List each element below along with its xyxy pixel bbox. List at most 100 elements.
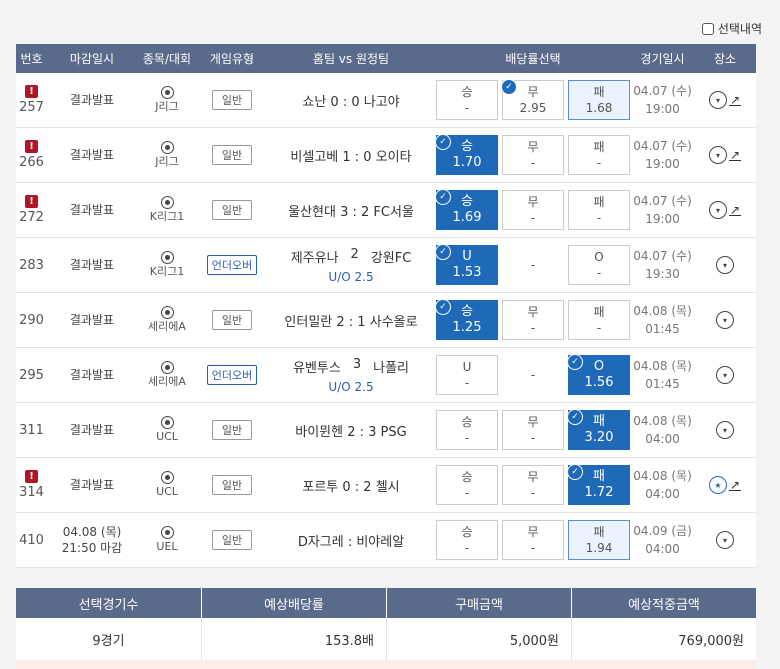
- selection-checkbox[interactable]: [701, 22, 714, 35]
- game-type-cell: 일반: [197, 293, 267, 347]
- trend-chart-icon[interactable]: ↗: [728, 204, 742, 216]
- odds-value: 1.94: [585, 541, 613, 555]
- match-number: 410: [19, 532, 44, 548]
- odds-label: 승: [461, 85, 473, 99]
- odds-button[interactable]: ✓ 승 1.70: [435, 134, 498, 175]
- odds-button[interactable]: O-: [568, 245, 630, 285]
- summary-count: 9경기: [16, 618, 202, 660]
- match-time: 04:00: [645, 432, 680, 446]
- teams-cell[interactable]: 인터밀란 2 : 1 사수올로: [267, 293, 435, 347]
- table-body: ! 257 결과발표 J리그 일반 쇼난 0 : 0 나고야 승 - ✓ 무 2.95 패 1.68 04…: [16, 73, 756, 568]
- teams-cell[interactable]: 쇼난 0 : 0 나고야: [267, 73, 435, 127]
- teams-cell[interactable]: 비셀고베 1 : 0 오이타: [267, 128, 435, 182]
- odds-button[interactable]: ✓ O 1.56: [567, 354, 630, 395]
- matchup-score: 비셀고베 1 : 0 오이타: [290, 149, 412, 165]
- venue-icons: ▾: [716, 421, 734, 439]
- close-time-text: 04.08 (목): [62, 525, 122, 539]
- odds-button[interactable]: ✓ 승 1.69: [435, 189, 498, 230]
- location-pin-icon[interactable]: ▾: [708, 146, 727, 164]
- odds-button[interactable]: U-: [436, 355, 498, 395]
- match-date: 04.08 (목): [633, 414, 692, 428]
- selection-toggle[interactable]: 선택내역: [701, 20, 762, 37]
- teams-cell[interactable]: 울산현대 3 : 2 FC서울: [267, 183, 435, 237]
- teams-cell[interactable]: 제주유나 2 강원FC U/O 2.5: [267, 238, 435, 292]
- teams-cell[interactable]: 유벤투스 3 나폴리 U/O 2.5: [267, 348, 435, 402]
- odds-button[interactable]: 승-: [436, 80, 498, 120]
- league-name: K리그1: [149, 265, 185, 278]
- location-pin-icon[interactable]: ▾: [716, 311, 734, 329]
- odds-button[interactable]: ✓ 무 2.95: [501, 79, 564, 120]
- odds-button[interactable]: 무-: [502, 135, 564, 175]
- location-pin-icon[interactable]: ▾: [716, 256, 734, 274]
- header-odds: 배당률선택: [505, 52, 561, 66]
- league-name: 세리에A: [148, 320, 186, 333]
- odds-button[interactable]: 무-: [502, 465, 564, 505]
- game-type-cell: 일반: [197, 73, 267, 127]
- odds-button[interactable]: ✓ 패 3.20: [567, 409, 630, 450]
- odds-button[interactable]: 패 1.68: [568, 80, 630, 120]
- summary-header-count: 선택경기수: [16, 588, 202, 618]
- odds-button[interactable]: ✓ 패 1.72: [567, 464, 630, 505]
- trend-chart-icon[interactable]: ↗: [728, 149, 742, 161]
- venue-cell: ▾: [694, 348, 756, 402]
- odds-button[interactable]: 패-: [568, 300, 630, 340]
- table-row: 283 결과발표 K리그1 언더오버 제주유나 2 강원FC U/O 2.5 ✓ U 1.53- O -…: [16, 238, 756, 293]
- game-type-cell: 언더오버: [197, 238, 267, 292]
- odds-button[interactable]: 패 1.94: [568, 520, 630, 560]
- odds-value: 1.25: [452, 320, 482, 335]
- odds-button[interactable]: 패-: [568, 190, 630, 230]
- teams-cell[interactable]: 바이뮌헨 2 : 3 PSG: [267, 403, 435, 457]
- odds-button[interactable]: 무-: [502, 190, 564, 230]
- odds-button[interactable]: 무-: [502, 520, 564, 560]
- odds-button[interactable]: 승-: [436, 465, 498, 505]
- odds-button[interactable]: 승-: [436, 410, 498, 450]
- location-pin-icon[interactable]: ▾: [708, 91, 727, 109]
- location-pin-icon[interactable]: ▾: [716, 531, 734, 549]
- summary-payout: 769,000원: [678, 633, 744, 649]
- match-number: 314: [19, 485, 44, 500]
- odds-button[interactable]: 무-: [502, 410, 564, 450]
- summary-header-odds: 예상배당률: [202, 588, 387, 618]
- odds-label: 패: [593, 414, 605, 429]
- odds-cell: ✓ U 1.53- O -: [435, 238, 631, 292]
- location-pin-icon[interactable]: ▾: [716, 366, 734, 384]
- match-time: 19:30: [645, 267, 680, 281]
- match-date-cell: 04.08 (목) 01:45: [631, 293, 694, 347]
- soccer-ball-icon: [160, 416, 174, 429]
- odds-button[interactable]: 무-: [502, 300, 564, 340]
- teams-cell[interactable]: 포르투 0 : 2 첼시: [267, 458, 435, 512]
- odds-buttons: ✓ 승 1.25 무 - 패 -: [435, 299, 630, 340]
- location-pin-icon[interactable]: ▾: [716, 421, 734, 439]
- match-date-cell: 04.07 (수) 19:00: [631, 183, 694, 237]
- odds-value: -: [530, 321, 536, 335]
- trend-chart-icon[interactable]: ↗: [728, 479, 742, 491]
- odds-label: 패: [593, 85, 605, 99]
- match-date-cell: 04.07 (수) 19:30: [631, 238, 694, 292]
- odds-button[interactable]: 승-: [436, 520, 498, 560]
- odds-button[interactable]: 패-: [568, 135, 630, 175]
- match-number-cell: 283: [16, 238, 47, 292]
- table-row: 290 결과발표 세리에A 일반 인터밀란 2 : 1 사수올로 ✓ 승 1.25 무 - 패 -04…: [16, 293, 756, 348]
- table-row: 295 결과발표 세리에A 언더오버 유벤투스 3 나폴리 U/O 2.5 U - - ✓ O 1.56 0…: [16, 348, 756, 403]
- odds-button[interactable]: ✓ 승 1.25: [435, 299, 498, 340]
- location-pin-icon[interactable]: ▾: [708, 201, 727, 219]
- check-icon: ✓: [567, 354, 583, 370]
- trend-chart-icon[interactable]: ↗: [728, 94, 742, 106]
- venue-cell: ▾ ↗: [694, 73, 756, 127]
- alert-icon: !: [25, 470, 38, 483]
- odds-label: 패: [593, 195, 605, 209]
- match-number: 295: [19, 367, 44, 383]
- star-pin-icon[interactable]: ★: [708, 476, 727, 494]
- summary-table: 선택경기수 예상배당률 구매금액 예상적중금액 9경기 153.8배 5,000…: [16, 588, 756, 660]
- venue-cell: ▾: [694, 513, 756, 567]
- teams-cell[interactable]: D자그레 : 비야레알: [267, 513, 435, 567]
- odds-cell: ✓ 승 1.25 무 - 패 -: [435, 293, 631, 347]
- odds-button[interactable]: ✓ U 1.53: [435, 244, 498, 285]
- matchup-score: 인터밀란 2 : 1 사수올로: [284, 314, 418, 330]
- match-date: 04.07 (수): [633, 84, 692, 98]
- close-time-cell: 결과발표: [47, 403, 137, 457]
- soccer-ball-icon: [160, 86, 174, 99]
- league-name: UCL: [156, 485, 178, 498]
- odds-value: -: [530, 486, 536, 500]
- venue-icons: ▾: [716, 311, 734, 329]
